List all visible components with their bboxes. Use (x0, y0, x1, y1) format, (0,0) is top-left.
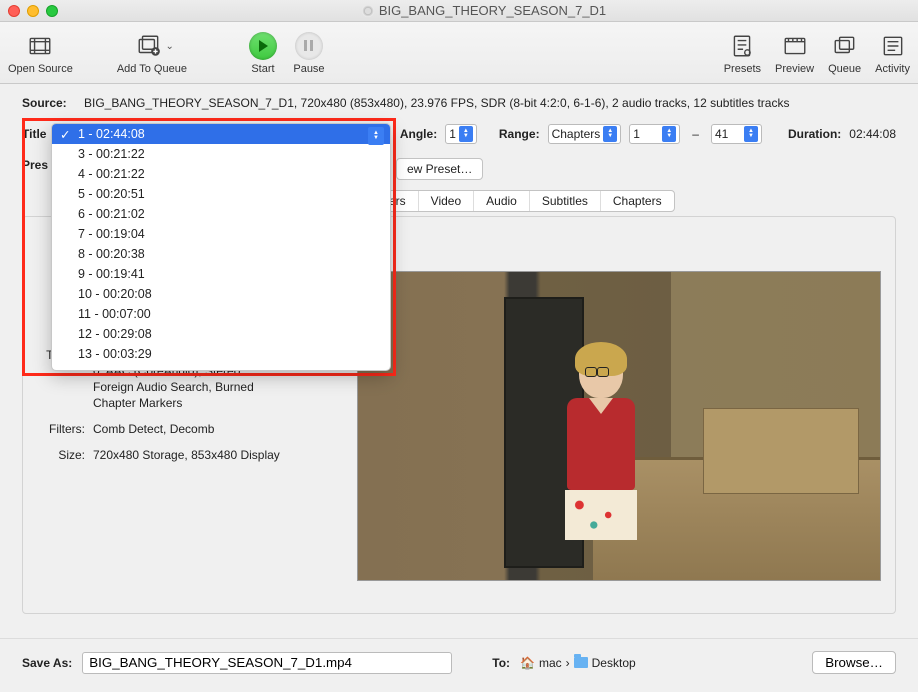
tab-subtitles[interactable]: Subtitles (530, 191, 601, 211)
range-dash: – (688, 127, 703, 141)
title-dropdown-highlight: 1 - 02:44:08✓▲▼3 - 00:21:224 - 00:21:225… (22, 118, 396, 376)
title-option[interactable]: 13 - 00:03:29 (52, 344, 390, 364)
disc-icon (362, 5, 374, 17)
start-button[interactable]: Start (247, 31, 279, 75)
queue-button[interactable]: Queue (828, 31, 861, 75)
new-preset-button[interactable]: ew Preset… (396, 158, 483, 180)
tab-video[interactable]: Video (419, 191, 474, 211)
queue-icon (832, 33, 858, 59)
range-type-select[interactable]: Chapters▲▼ (548, 124, 622, 144)
pause-icon (295, 32, 323, 60)
pause-button[interactable]: Pause (293, 31, 325, 75)
save-filename-input[interactable] (82, 652, 452, 674)
queue-add-icon (136, 33, 162, 59)
size-label: Size: (37, 447, 93, 463)
range-label: Range: (499, 127, 540, 141)
title-option[interactable]: 1 - 02:44:08✓▲▼ (52, 124, 390, 144)
save-path[interactable]: 🏠 mac › Desktop (520, 656, 636, 670)
home-icon: 🏠 (520, 656, 535, 670)
title-option[interactable]: 8 - 00:20:38 (52, 244, 390, 264)
presets-button[interactable]: Presets (724, 31, 761, 75)
tab-audio[interactable]: Audio (474, 191, 530, 211)
title-option[interactable]: 7 - 00:19:04 (52, 224, 390, 244)
title-option[interactable]: 6 - 00:21:02 (52, 204, 390, 224)
video-preview (357, 271, 881, 581)
filters-label: Filters: (37, 421, 93, 437)
tab-chapters[interactable]: Chapters (601, 191, 674, 211)
preview-button[interactable]: Preview (775, 31, 814, 75)
close-window-button[interactable] (8, 5, 20, 17)
presets-icon (729, 33, 755, 59)
preview-icon (782, 33, 808, 59)
play-icon (249, 32, 277, 60)
zoom-window-button[interactable] (46, 5, 58, 17)
save-bar: Save As: To: 🏠 mac › Desktop Browse… (0, 638, 918, 692)
duration-value: 02:44:08 (849, 127, 896, 141)
source-label: Source: (22, 96, 76, 110)
chapter-from-select[interactable]: 1▲▼ (629, 124, 680, 144)
title-option[interactable]: 3 - 00:21:22 (52, 144, 390, 164)
to-label: To: (492, 656, 510, 670)
browse-button[interactable]: Browse… (812, 651, 896, 674)
title-option[interactable]: 5 - 00:20:51 (52, 184, 390, 204)
title-option[interactable]: 12 - 00:29:08 (52, 324, 390, 344)
title-dropdown[interactable]: 1 - 02:44:08✓▲▼3 - 00:21:224 - 00:21:225… (51, 123, 391, 371)
film-icon (27, 33, 53, 59)
source-value: BIG_BANG_THEORY_SEASON_7_D1, 720x480 (85… (84, 96, 789, 110)
activity-icon (880, 33, 906, 59)
title-option[interactable]: 10 - 00:20:08 (52, 284, 390, 304)
window-titlebar: BIG_BANG_THEORY_SEASON_7_D1 (0, 0, 918, 22)
duration-label: Duration: (788, 127, 841, 141)
save-as-label: Save As: (22, 656, 72, 670)
window-controls (8, 5, 58, 17)
size-value: 720x480 Storage, 853x480 Display (93, 447, 280, 463)
folder-icon (574, 657, 588, 668)
chevron-down-icon[interactable]: ⌄ (166, 41, 174, 52)
angle-label: Angle: (400, 127, 437, 141)
minimize-window-button[interactable] (27, 5, 39, 17)
chapter-to-select[interactable]: 41▲▼ (711, 124, 762, 144)
add-to-queue-button[interactable]: ⌄ Add To Queue (117, 31, 187, 75)
main-toolbar: Open Source ⌄ Add To Queue Start Pause P… (0, 22, 918, 84)
window-title: BIG_BANG_THEORY_SEASON_7_D1 (379, 3, 606, 18)
activity-button[interactable]: Activity (875, 31, 910, 75)
title-option[interactable]: 11 - 00:07:00 (52, 304, 390, 324)
settings-tabs: Filters Video Audio Subtitles Chapters (360, 190, 675, 212)
title-option[interactable]: 4 - 00:21:22 (52, 164, 390, 184)
title-option[interactable]: 9 - 00:19:41 (52, 264, 390, 284)
angle-select[interactable]: 1▲▼ (445, 124, 477, 144)
open-source-button[interactable]: Open Source (8, 31, 73, 75)
filters-value: Comb Detect, Decomb (93, 421, 214, 437)
